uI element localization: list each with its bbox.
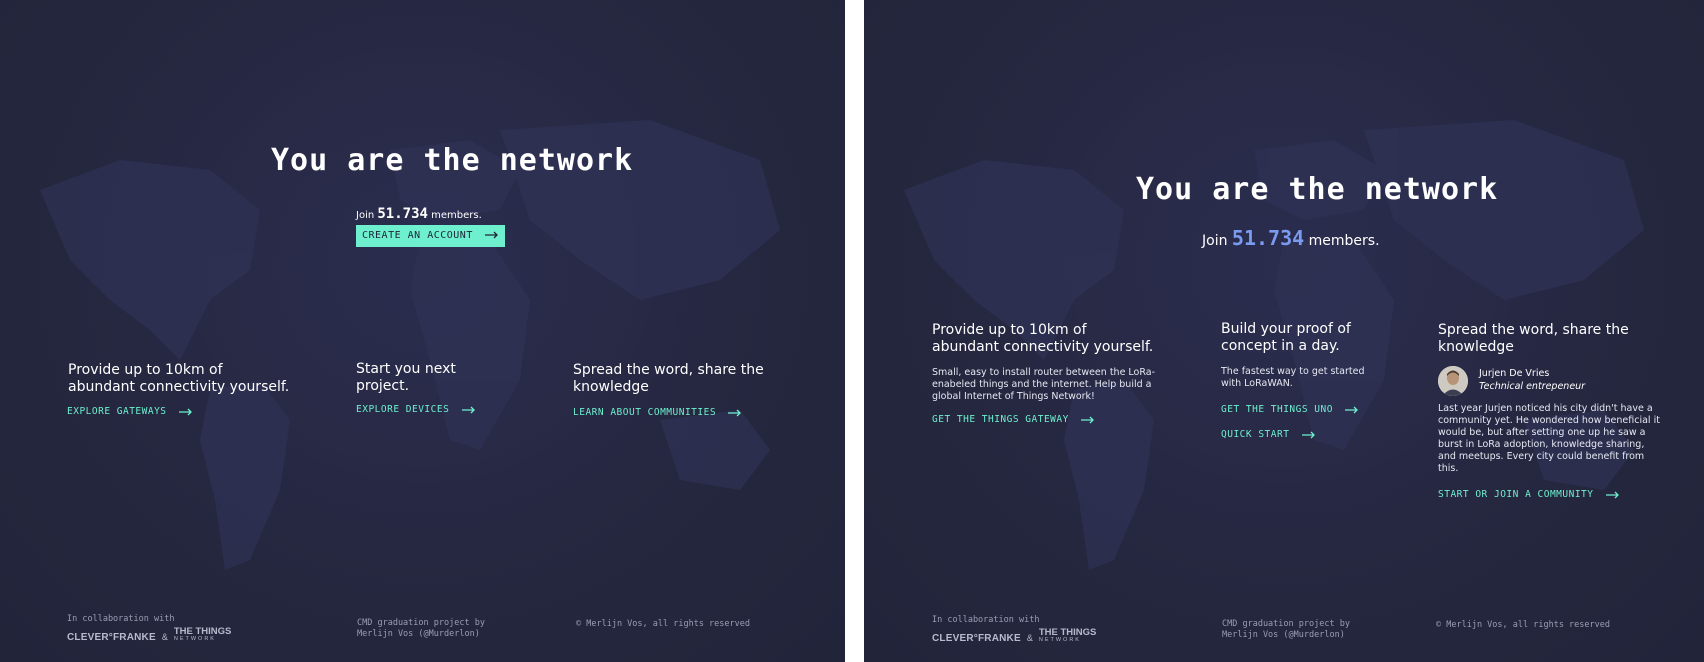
- credit-line: Merlijn Vos (@Murderlon): [357, 629, 480, 639]
- link-label: QUICK START: [1221, 429, 1290, 440]
- member-count: 51.734: [377, 206, 428, 222]
- arrow-right-icon: [728, 409, 742, 416]
- link-label: START OR JOIN A COMMUNITY: [1438, 489, 1594, 500]
- project-credit: CMD graduation project by Merlijn Vos (@…: [1222, 619, 1350, 641]
- ttn-logo-bottom: NETWORK: [173, 636, 216, 642]
- quick-start-link[interactable]: QUICK START: [1221, 429, 1316, 440]
- link-label: EXPLORE DEVICES: [356, 404, 450, 415]
- avatar: [1438, 366, 1468, 396]
- ampersand: &: [161, 632, 168, 642]
- get-gateway-link[interactable]: GET THE THINGS GATEWAY: [932, 414, 1095, 425]
- heading-line: project.: [356, 378, 410, 394]
- collab-label: In collaboration with: [67, 614, 175, 624]
- panel-divider: [845, 0, 864, 662]
- arrow-right-icon: [1605, 491, 1619, 498]
- heading-line: Provide up to 10km of: [68, 362, 223, 378]
- arrow-right-icon: [178, 408, 192, 415]
- heading-line: concept in a day.: [1221, 338, 1340, 354]
- cleverfranke-logo: CLEVER°FRANKE: [67, 632, 156, 643]
- poc-description: The fastest way to get started with LoRa…: [1221, 366, 1364, 390]
- arrow-right-icon: [1345, 406, 1359, 413]
- ampersand: &: [1026, 633, 1033, 643]
- member-count-line: Join 51.734 members.: [1202, 226, 1380, 250]
- heading-line: Start you next: [356, 361, 456, 377]
- heading-line: Provide up to 10km of: [932, 322, 1087, 338]
- landing-variant-a: You are the network Join 51.734 members.…: [0, 0, 845, 662]
- heading-line: knowledge: [1438, 339, 1514, 355]
- credit-line: CMD graduation project by: [357, 618, 485, 628]
- heading-line: abundant connectivity yourself.: [932, 339, 1154, 355]
- body-line: would be, but after setting one up he sa…: [1438, 427, 1646, 438]
- join-prefix: Join: [356, 210, 375, 221]
- person-avatar-icon: [1438, 366, 1468, 396]
- heading-line: Spread the word, share the: [573, 362, 764, 378]
- feature-heading-devices: Start you next project.: [356, 361, 456, 395]
- partner-logos: CLEVER°FRANKE & THE THINGS NETWORK: [67, 627, 231, 645]
- body-line: and meetups. Every city could benefit fr…: [1438, 451, 1645, 462]
- body-line: global Internet of Things Network!: [932, 391, 1095, 402]
- link-label: LEARN ABOUT COMMUNITIES: [573, 407, 717, 418]
- person-name: Jurjen De Vries: [1479, 368, 1550, 379]
- join-suffix: members.: [431, 210, 482, 221]
- body-line: The fastest way to get started: [1221, 366, 1365, 377]
- ttn-logo: THE THINGS NETWORK: [1039, 628, 1097, 644]
- link-label: GET THE THINGS GATEWAY: [932, 414, 1069, 425]
- partner-logos: CLEVER°FRANKE & THE THINGS NETWORK: [932, 628, 1096, 646]
- member-count-line: Join 51.734 members.: [356, 206, 482, 222]
- member-count: 51.734: [1231, 226, 1305, 250]
- create-account-label: CREATE AN ACCOUNT: [362, 230, 473, 241]
- start-join-community-link[interactable]: START OR JOIN A COMMUNITY: [1438, 489, 1620, 500]
- credit-line: Merlijn Vos (@Murderlon): [1222, 630, 1345, 640]
- heading-line: knowledge: [573, 379, 649, 395]
- arrow-right-icon: [461, 406, 475, 413]
- link-label: EXPLORE GATEWAYS: [67, 406, 167, 417]
- body-line: with LoRaWAN.: [1221, 378, 1293, 389]
- ttn-logo: THE THINGS NETWORK: [174, 627, 232, 643]
- feature-heading-gateways: Provide up to 10km of abundant connectiv…: [68, 362, 289, 396]
- page-title: You are the network: [1136, 172, 1499, 207]
- ttn-logo-bottom: NETWORK: [1038, 637, 1081, 643]
- link-label: GET THE THINGS UNO: [1221, 404, 1333, 415]
- gateway-description: Small, easy to install router between th…: [932, 367, 1155, 403]
- explore-gateways-link[interactable]: EXPLORE GATEWAYS: [67, 406, 193, 417]
- join-suffix: members.: [1308, 233, 1380, 249]
- page-title: You are the network: [271, 143, 634, 178]
- create-account-button[interactable]: CREATE AN ACCOUNT: [356, 225, 506, 247]
- heading-line: Build your proof of: [1221, 321, 1351, 337]
- heading-line: abundant connectivity yourself.: [68, 379, 290, 395]
- feature-heading-communities: Spread the word, share the knowledge: [573, 362, 764, 396]
- arrow-right-icon: [1081, 416, 1094, 423]
- body-line: community yet. He wondered how beneficia…: [1438, 415, 1660, 426]
- explore-devices-link[interactable]: EXPLORE DEVICES: [356, 404, 476, 415]
- arrow-right-icon: [1301, 431, 1315, 438]
- body-line: this.: [1438, 463, 1459, 474]
- body-line: enabeled things and the internet. Help b…: [932, 379, 1152, 390]
- copyright: © Merlijn Vos, all rights reserved: [576, 619, 750, 629]
- landing-variant-b: You are the network Join 51.734 members.…: [864, 0, 1704, 662]
- collab-label: In collaboration with: [932, 615, 1040, 625]
- feature-heading-proof-of-concept: Build your proof of concept in a day.: [1221, 321, 1351, 355]
- learn-communities-link[interactable]: LEARN ABOUT COMMUNITIES: [573, 407, 742, 418]
- feature-heading-gateway: Provide up to 10km of abundant connectiv…: [932, 322, 1153, 356]
- get-things-uno-link[interactable]: GET THE THINGS UNO: [1221, 404, 1359, 415]
- feature-heading-community: Spread the word, share the knowledge: [1438, 322, 1629, 356]
- heading-line: Spread the word, share the: [1438, 322, 1629, 338]
- person-role: Technical entrepeneur: [1479, 381, 1586, 392]
- credit-line: CMD graduation project by: [1222, 619, 1350, 629]
- join-prefix: Join: [1202, 233, 1228, 249]
- world-map-background: [40, 120, 780, 570]
- body-line: burst in LoRa adoption, knowledge sharin…: [1438, 439, 1645, 450]
- body-line: Last year Jurjen noticed his city didn't…: [1438, 403, 1653, 414]
- body-line: Small, easy to install router between th…: [932, 367, 1156, 378]
- project-credit: CMD graduation project by Merlijn Vos (@…: [357, 618, 485, 640]
- copyright: © Merlijn Vos, all rights reserved: [1436, 620, 1610, 630]
- community-story: Last year Jurjen noticed his city didn't…: [1438, 403, 1660, 475]
- arrow-right-icon: [485, 231, 499, 239]
- cleverfranke-logo: CLEVER°FRANKE: [932, 633, 1021, 644]
